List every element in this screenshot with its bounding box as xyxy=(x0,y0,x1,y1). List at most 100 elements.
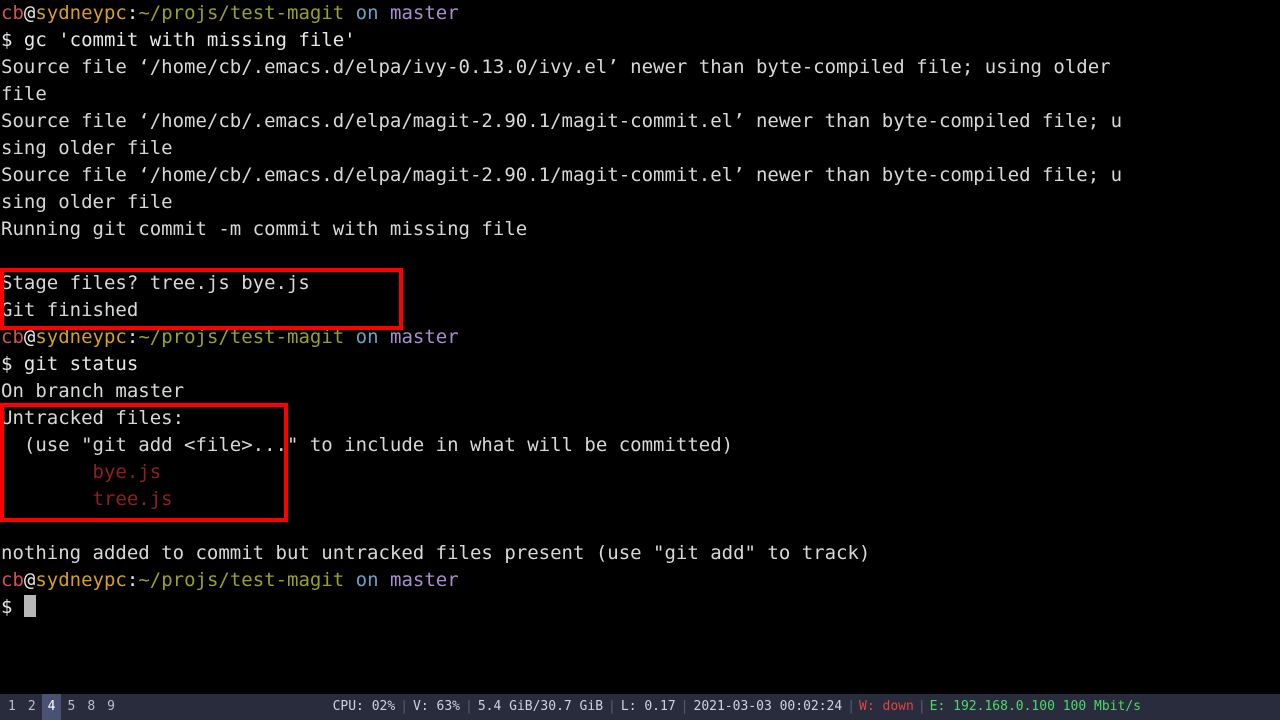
keyboard-icon[interactable] xyxy=(1171,699,1188,716)
terminal-output[interactable]: cb@sydneypc:~/projs/test-magit on master… xyxy=(0,0,1280,694)
prompt-hostname: sydneypc xyxy=(35,569,127,591)
output-text: sing older file xyxy=(1,191,173,213)
globe-icon[interactable] xyxy=(1237,699,1254,716)
output-text: file xyxy=(1,83,47,105)
prompt-user: cb xyxy=(1,2,24,24)
output-text: Git finished xyxy=(1,299,139,321)
prompt-path: ~/projs/test-magit xyxy=(138,2,345,24)
command-text: $ git status xyxy=(1,353,139,375)
prompt-git-branch: master xyxy=(390,326,459,348)
output-text: On branch master xyxy=(1,380,185,402)
output-line: file xyxy=(0,81,1280,108)
steam-icon[interactable] xyxy=(1259,699,1276,716)
status-separator: | xyxy=(608,699,616,714)
output-line: Git finished xyxy=(0,297,1280,324)
prompt-user: cb xyxy=(1,569,24,591)
output-line: Source file ‘/home/cb/.emacs.d/elpa/magi… xyxy=(0,108,1280,135)
status-separator: | xyxy=(464,699,473,714)
shell-prompt-line: cb@sydneypc:~/projs/test-magit on master xyxy=(0,0,1280,27)
prompt-on-word: on xyxy=(355,2,379,24)
prompt-path: ~/projs/test-magit xyxy=(138,326,345,348)
blank-line xyxy=(0,243,1280,270)
prompt-at-symbol: @ xyxy=(23,569,36,591)
output-text: sing older file xyxy=(1,137,173,159)
workspace-button-4[interactable]: 4 xyxy=(41,694,62,720)
media-icon[interactable] xyxy=(1193,699,1210,716)
untracked-filename: tree.js xyxy=(1,488,173,510)
status-bar: 124589 CPU: 02% | V: 63% | 5.4 GiB/30.7 … xyxy=(0,694,1280,720)
output-text: Untracked files: xyxy=(1,407,185,429)
shell-prompt-line: cb@sydneypc:~/projs/test-magit on master xyxy=(0,567,1280,594)
shell-command-line: $ git status xyxy=(0,351,1280,378)
workspace-button-8[interactable]: 8 xyxy=(81,694,101,720)
prompt-colon: : xyxy=(126,326,139,348)
prompt-colon: : xyxy=(126,569,139,591)
shell-prompt-line: cb@sydneypc:~/projs/test-magit on master xyxy=(0,324,1280,351)
output-text: nothing added to commit but untracked fi… xyxy=(1,542,871,564)
workspace-list[interactable]: 124589 xyxy=(0,694,121,720)
prompt-at-symbol: @ xyxy=(23,2,36,24)
shell-command-line: $ gc 'commit with missing file' xyxy=(0,27,1280,54)
clipboard-icon[interactable]: P xyxy=(1215,699,1232,716)
dropbox-icon[interactable] xyxy=(1149,699,1166,716)
untracked-file-line: bye.js xyxy=(0,459,1280,486)
prompt-on-word: on xyxy=(355,569,379,591)
output-line: sing older file xyxy=(0,135,1280,162)
output-line: nothing added to commit but untracked fi… xyxy=(0,540,1280,567)
output-line: Source file ‘/home/cb/.emacs.d/elpa/ivy-… xyxy=(0,54,1280,81)
shell-input-line: $ xyxy=(0,594,1280,621)
untracked-file-line: tree.js xyxy=(0,486,1280,513)
memory-percent-stat: V: 63% xyxy=(413,699,460,714)
output-line: sing older file xyxy=(0,189,1280,216)
prompt-on-word: on xyxy=(355,326,379,348)
prompt-git-branch: master xyxy=(390,569,459,591)
prompt-user: cb xyxy=(1,326,24,348)
prompt-sigil: $ xyxy=(1,596,24,618)
blank-line xyxy=(0,513,1280,540)
status-metrics: CPU: 02% | V: 63% | 5.4 GiB/30.7 GiB | L… xyxy=(332,694,1280,720)
prompt-at-symbol: @ xyxy=(23,326,36,348)
prompt-path: ~/projs/test-magit xyxy=(138,569,345,591)
cpu-stat: CPU: 02% xyxy=(332,699,396,714)
output-line: Running git commit -m commit with missin… xyxy=(0,216,1280,243)
status-separator: | xyxy=(400,699,409,714)
system-tray[interactable]: P xyxy=(1141,694,1276,720)
prompt-git-branch: master xyxy=(390,2,459,24)
output-line: (use "git add <file>..." to include in w… xyxy=(0,432,1280,459)
output-text: Stage files? tree.js bye.js xyxy=(1,272,310,294)
status-separator: | xyxy=(680,699,689,714)
status-separator: | xyxy=(917,699,926,714)
datetime-stat: 2021-03-03 00:02:24 xyxy=(693,699,843,714)
ethernet-status: E: 192.168.0.100 100 Mbit/s xyxy=(929,699,1141,714)
prompt-hostname: sydneypc xyxy=(35,2,127,24)
status-separator: | xyxy=(847,699,856,714)
wifi-status: W: down xyxy=(859,699,914,714)
workspace-button-2[interactable]: 2 xyxy=(22,694,42,720)
prompt-hostname: sydneypc xyxy=(35,326,127,348)
untracked-filename: bye.js xyxy=(1,461,162,483)
output-text: Source file ‘/home/cb/.emacs.d/elpa/ivy-… xyxy=(1,56,1111,78)
output-text: Source file ‘/home/cb/.emacs.d/elpa/magi… xyxy=(1,164,1123,186)
workspace-button-1[interactable]: 1 xyxy=(2,694,22,720)
output-line: Stage files? tree.js bye.js xyxy=(0,270,1280,297)
output-line: Source file ‘/home/cb/.emacs.d/elpa/magi… xyxy=(0,162,1280,189)
output-text: Running git commit -m commit with missin… xyxy=(1,218,528,240)
output-text: Source file ‘/home/cb/.emacs.d/elpa/magi… xyxy=(1,110,1123,132)
workspace-button-9[interactable]: 9 xyxy=(101,694,121,720)
output-text: (use "git add <file>..." to include in w… xyxy=(1,434,734,456)
blank-text xyxy=(1,245,12,267)
output-line: On branch master xyxy=(0,378,1280,405)
command-text: $ gc 'commit with missing file' xyxy=(1,29,356,51)
output-line: Untracked files: xyxy=(0,405,1280,432)
text-cursor xyxy=(23,595,36,617)
memory-used-stat: 5.4 GiB/30.7 GiB xyxy=(477,699,604,714)
load-average-stat: L: 0.17 xyxy=(620,699,676,714)
workspace-button-5[interactable]: 5 xyxy=(61,694,81,720)
prompt-colon: : xyxy=(126,2,139,24)
